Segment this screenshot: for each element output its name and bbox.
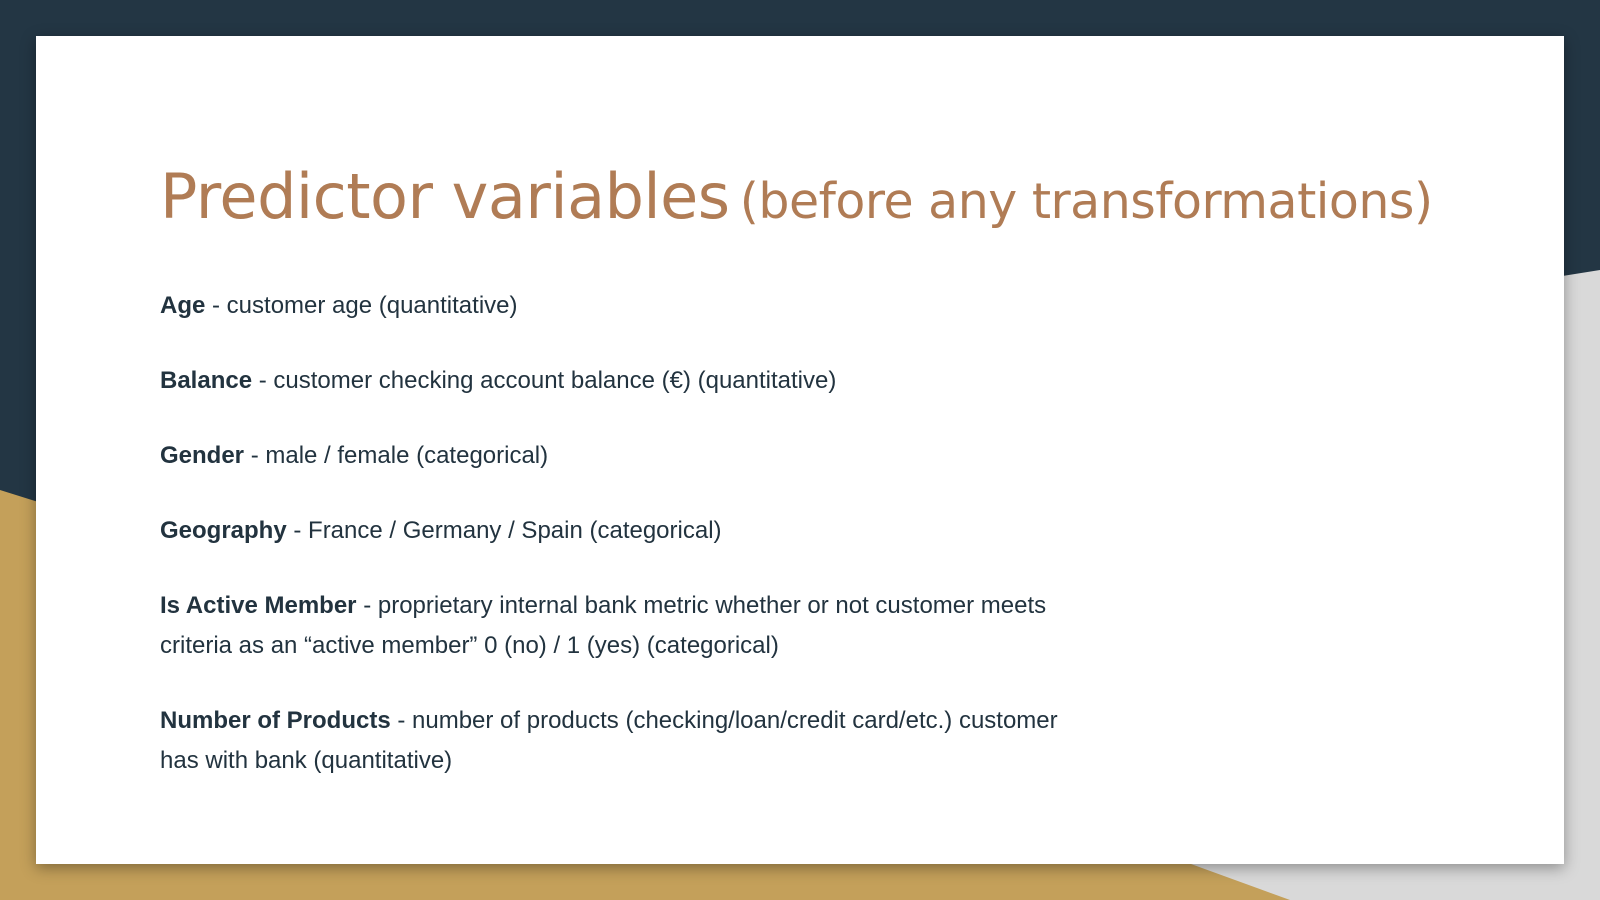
- slide-title: Predictor variables (before any transfor…: [160, 166, 1433, 228]
- variable-item-gender: Gender - male / female (categorical): [160, 436, 1100, 476]
- variable-name: Number of Products: [160, 707, 391, 734]
- variable-separator: -: [205, 292, 227, 319]
- slide-content: Predictor variables (before any transfor…: [36, 36, 1564, 864]
- variable-description: customer age (quantitative): [226, 292, 518, 319]
- variable-separator: -: [244, 442, 266, 469]
- variable-description: customer checking account balance (€) (q…: [273, 367, 837, 394]
- variable-name: Is Active Member: [160, 592, 357, 619]
- variable-separator: -: [252, 367, 274, 394]
- variable-item-balance: Balance - customer checking account bala…: [160, 361, 1100, 401]
- variable-name: Age: [160, 292, 206, 319]
- variable-name: Geography: [160, 517, 287, 544]
- variable-name: Gender: [160, 442, 245, 469]
- variable-name: Balance: [160, 367, 253, 394]
- variable-item-geography: Geography - France / Germany / Spain (ca…: [160, 511, 1100, 551]
- title-main: Predictor variables: [160, 160, 730, 233]
- variable-item-age: Age - customer age (quantitative): [160, 286, 1100, 326]
- variable-description: France / Germany / Spain (categorical): [308, 517, 722, 544]
- variable-description: male / female (categorical): [265, 442, 549, 469]
- variable-item-is-active-member: Is Active Member - proprietary internal …: [160, 586, 1100, 666]
- variable-list: Age - customer age (quantitative) Balanc…: [160, 286, 1100, 816]
- variable-separator: -: [390, 707, 413, 734]
- variable-item-number-of-products: Number of Products - number of products …: [160, 701, 1100, 781]
- variable-separator: -: [356, 592, 378, 619]
- title-subtitle: (before any transformations): [739, 173, 1433, 230]
- variable-separator: -: [286, 517, 309, 544]
